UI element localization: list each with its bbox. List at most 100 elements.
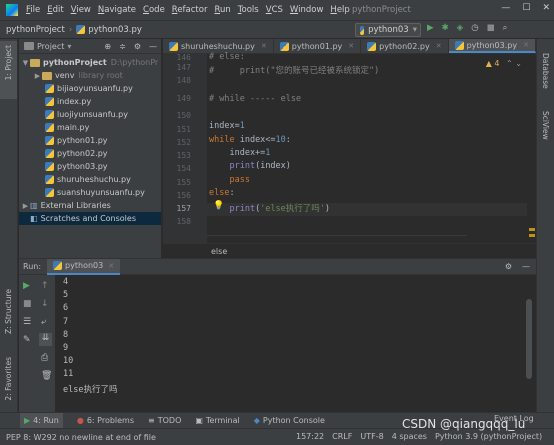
- menu-vcs[interactable]: VCS: [266, 5, 283, 15]
- soft-wrap-icon[interactable]: ⤶: [41, 317, 46, 327]
- menu-view[interactable]: View: [71, 5, 91, 15]
- menu-navigate[interactable]: Navigate: [98, 5, 136, 15]
- menu-refactor[interactable]: Refactor: [172, 5, 208, 15]
- breadcrumb-item[interactable]: else: [211, 247, 227, 256]
- tree-file[interactable]: luojiyunsuanfu.py: [19, 108, 161, 121]
- tool-terminal[interactable]: ▣ Terminal: [195, 416, 239, 425]
- code-line[interactable]: index+=1: [209, 148, 270, 158]
- chevron-down-icon[interactable]: ▾: [67, 42, 71, 51]
- hide-icon[interactable]: —: [522, 262, 530, 271]
- editor-scrollbar[interactable]: [528, 54, 536, 243]
- run-config-select[interactable]: python03 ▾: [355, 23, 421, 37]
- line-separator[interactable]: CRLF: [332, 432, 352, 441]
- console-scrollbar[interactable]: [526, 299, 532, 379]
- tree-file[interactable]: python01.py: [19, 134, 161, 147]
- tool-problems[interactable]: ● 6: Problems: [77, 416, 134, 425]
- trash-icon[interactable]: 🗑: [41, 371, 52, 381]
- tree-file[interactable]: python03.py: [19, 160, 161, 173]
- code-line[interactable]: else:: [209, 188, 235, 198]
- tab-python01[interactable]: python01.py ✕: [274, 39, 362, 53]
- cursor-position[interactable]: 157:22: [296, 432, 324, 441]
- close-icon[interactable]: ✕: [108, 262, 114, 270]
- menu-edit[interactable]: Edit: [47, 5, 63, 15]
- print-icon[interactable]: ⎙: [41, 353, 48, 363]
- close-icon[interactable]: ✕: [348, 42, 354, 50]
- warning-stripe[interactable]: [529, 234, 535, 237]
- code-line[interactable]: while index<=10:: [209, 135, 291, 145]
- code-line[interactable]: print('else执行了吗'): [209, 202, 330, 214]
- pin-icon[interactable]: ✎: [23, 335, 31, 345]
- run-tab-python03[interactable]: python03 ✕: [47, 258, 121, 275]
- code-line[interactable]: print(index): [209, 161, 290, 171]
- tree-file[interactable]: suanshuyunsuanfu.py: [19, 186, 161, 199]
- debug-icon[interactable]: ✱: [442, 23, 449, 33]
- chevron-down-icon[interactable]: ⌄: [515, 59, 522, 68]
- tree-file[interactable]: index.py: [19, 95, 161, 108]
- run-icon[interactable]: ▶: [427, 23, 434, 33]
- warning-indicator[interactable]: ▲ 4 ⌃ ⌄: [486, 59, 522, 68]
- restore-layout-icon[interactable]: ☰: [23, 317, 31, 327]
- tool-run[interactable]: ▶ 4: Run: [20, 413, 63, 428]
- close-icon[interactable]: ✕: [436, 42, 442, 50]
- collapse-icon[interactable]: ≑: [119, 42, 126, 51]
- nav-project[interactable]: pythonProject: [6, 25, 65, 35]
- arrow-up-icon[interactable]: ↑: [41, 281, 49, 291]
- warning-stripe[interactable]: [529, 228, 535, 231]
- favorites-tool-tab[interactable]: 2: Favorites: [4, 357, 13, 401]
- tab-python02[interactable]: python02.py ✕: [361, 39, 449, 53]
- tree-scratches[interactable]: ◧ Scratches and Consoles: [19, 212, 161, 225]
- code-line[interactable]: # while ----- else: [209, 94, 301, 104]
- menu-help[interactable]: Help: [330, 5, 349, 15]
- tree-root[interactable]: ▼ pythonProject D:\pythonPr: [19, 56, 161, 69]
- structure-tool-tab[interactable]: Z: Structure: [4, 289, 13, 334]
- stop-icon[interactable]: ■: [23, 299, 32, 309]
- project-panel-title[interactable]: Project: [37, 42, 64, 51]
- tree-file[interactable]: main.py: [19, 121, 161, 134]
- code-line[interactable]: # else:: [209, 52, 245, 62]
- file-encoding[interactable]: UTF-8: [360, 432, 383, 441]
- maximize-icon[interactable]: ☐: [522, 3, 530, 13]
- tab-shuruheshuchu[interactable]: shuruheshuchu.py ✕: [163, 39, 274, 53]
- hide-icon[interactable]: —: [149, 42, 157, 51]
- project-tool-tab[interactable]: 1: Project: [4, 45, 13, 80]
- close-icon[interactable]: ✕: [542, 3, 550, 13]
- code-line[interactable]: pass: [209, 175, 249, 185]
- indent-setting[interactable]: 4 spaces: [392, 432, 427, 441]
- minimize-icon[interactable]: —: [501, 3, 510, 13]
- menu-run[interactable]: Run: [214, 5, 230, 15]
- gear-icon[interactable]: ⚙: [134, 42, 141, 51]
- search-icon[interactable]: ⌕: [503, 23, 508, 33]
- console-output[interactable]: 4 5 6 7 8 9 10 11 else执行了吗: [63, 277, 117, 396]
- gear-icon[interactable]: ⚙: [505, 262, 512, 271]
- stop-icon[interactable]: ■: [487, 23, 495, 33]
- code-line[interactable]: # print("您的账号已经被系统锁定"): [209, 64, 379, 76]
- chevron-up-icon[interactable]: ⌃: [506, 59, 513, 68]
- rerun-icon[interactable]: ▶: [23, 281, 30, 291]
- close-icon[interactable]: ✕: [261, 42, 267, 50]
- tab-python03[interactable]: python03.py ✕: [448, 39, 536, 53]
- menu-file[interactable]: File: [26, 5, 40, 15]
- menu-code[interactable]: Code: [143, 5, 165, 15]
- lightbulb-icon[interactable]: 💡: [213, 201, 224, 211]
- tree-venv[interactable]: ▶ venv library root: [19, 69, 161, 82]
- database-tool-tab[interactable]: Database: [541, 53, 550, 89]
- status-message[interactable]: PEP 8: W292 no newline at end of file: [6, 433, 156, 442]
- tree-file[interactable]: python02.py: [19, 147, 161, 160]
- arrow-down-icon[interactable]: ↓: [41, 299, 49, 309]
- nav-file[interactable]: python03.py: [88, 25, 142, 35]
- tree-external-libraries[interactable]: ▶ ▥ External Libraries: [19, 199, 161, 212]
- tool-todo[interactable]: ≡ TODO: [148, 416, 181, 425]
- tree-file[interactable]: shuruheshuchu.py: [19, 173, 161, 186]
- code-line[interactable]: index=1: [209, 121, 245, 131]
- menu-tools[interactable]: Tools: [238, 5, 259, 15]
- profile-icon[interactable]: ◷: [471, 23, 478, 33]
- close-icon[interactable]: ✕: [523, 41, 529, 49]
- locate-icon[interactable]: ⊕: [104, 42, 111, 51]
- coverage-icon[interactable]: ◈: [457, 23, 464, 33]
- tree-file[interactable]: bijiaoyunsuanfu.py: [19, 82, 161, 95]
- interpreter[interactable]: Python 3.9 (pythonProject): [435, 432, 542, 441]
- menu-window[interactable]: Window: [290, 5, 324, 15]
- scroll-to-end-icon[interactable]: ⇊: [39, 333, 52, 346]
- sciview-tool-tab[interactable]: SciView: [541, 111, 550, 140]
- tool-python-console[interactable]: ◆ Python Console: [254, 416, 325, 425]
